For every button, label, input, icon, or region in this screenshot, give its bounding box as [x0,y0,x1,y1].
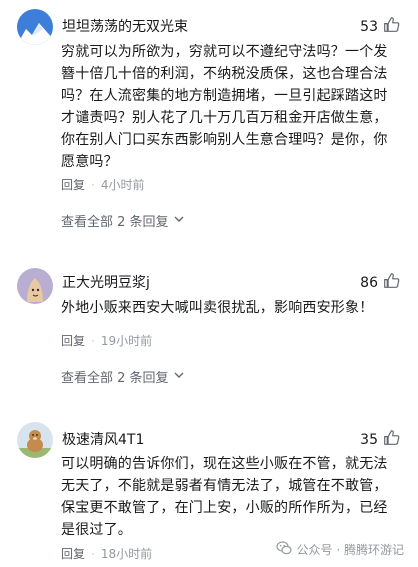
separator-dot: · [91,177,95,192]
thumbs-up-icon [383,429,400,450]
like-count: 35 [360,431,378,448]
like-button[interactable]: 86 [360,272,400,293]
chevron-down-icon [169,369,185,385]
like-button[interactable]: 35 [360,429,400,450]
reply-button[interactable]: 回复 [61,176,85,193]
reply-button[interactable]: 回复 [61,332,85,349]
username[interactable]: 极速清风4T1 [62,429,144,449]
username[interactable]: 正大光明豆浆j [62,272,150,292]
wechat-icon [275,540,292,559]
separator-dot: · [91,546,95,561]
timestamp: 19小时前 [100,334,153,348]
comment-meta: 回复 · 19小时前 [61,332,152,349]
view-all-replies-link[interactable]: 查看全部 2 条回复 [61,367,185,386]
avatar[interactable] [17,422,53,458]
thumbs-up-icon [383,16,400,37]
separator-dot: · [91,333,95,348]
comment-text: 可以明确的告诉你们，现在这些小贩在不管，就无法 无天了，不能就是弱者有情无法了，… [61,456,388,538]
avatar[interactable] [17,9,53,45]
comment-meta: 回复 · 18小时前 [61,545,152,562]
wechat-watermark: 公众号 · 腾腾环游记 [275,540,404,559]
comment-meta: 回复 · 4小时前 [61,176,144,193]
comment-text: 外地小贩来西安大喊叫卖很扰乱，影响西安形象！ [61,300,374,316]
reply-button[interactable]: 回复 [61,545,85,562]
comment-text: 穷就可以为所欲为，穷就可以不遵纪守法吗？一个发 簪十倍几十倍的利润，不纳税没质保… [61,44,388,170]
chevron-down-icon [169,213,185,229]
view-all-replies-link[interactable]: 查看全部 2 条回复 [61,211,185,230]
timestamp: 4小时前 [100,178,145,192]
like-button[interactable]: 53 [360,16,400,37]
watermark-text: 公众号 · 腾腾环游记 [296,543,404,557]
like-count: 86 [360,274,378,291]
thumbs-up-icon [383,272,400,293]
timestamp: 18小时前 [100,547,153,561]
like-count: 53 [360,18,378,35]
username[interactable]: 坦坦荡荡的无双光束 [62,16,188,36]
avatar[interactable] [17,268,53,304]
